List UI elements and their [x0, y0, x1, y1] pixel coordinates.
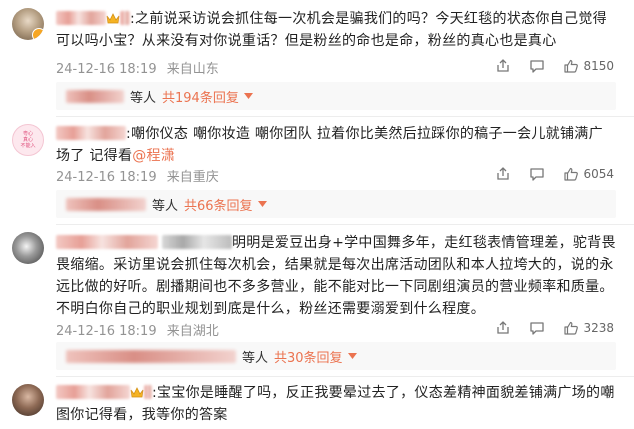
avatar[interactable]: 粤心 真心 不能入	[12, 124, 44, 156]
comment-icon[interactable]	[529, 58, 545, 74]
replies-count: 共66条回复	[184, 198, 253, 214]
share-icon[interactable]	[495, 320, 511, 336]
share-icon[interactable]	[495, 58, 511, 74]
comment-icon[interactable]	[529, 320, 545, 336]
replier-names	[66, 197, 146, 211]
replies-prefix: 等人	[130, 90, 157, 106]
chevron-down-icon	[347, 353, 357, 359]
like-icon[interactable]	[563, 58, 579, 74]
like-count: 3238	[583, 321, 614, 335]
comment-meta: 24-12-16 18:19 来自重庆	[56, 166, 225, 185]
username-suffix	[120, 11, 130, 25]
avatar[interactable]	[12, 8, 44, 40]
comment-actions: 8150	[477, 58, 614, 74]
share-icon[interactable]	[495, 166, 511, 182]
comment-icon[interactable]	[529, 166, 545, 182]
chevron-down-icon	[257, 201, 267, 207]
replies-prefix: 等人	[242, 350, 269, 366]
comment-meta: 24-12-16 18:19 来自山东	[56, 58, 225, 77]
replier-names	[66, 89, 124, 103]
divider	[56, 376, 634, 377]
location: 来自湖北	[166, 324, 219, 339]
reply-summary[interactable]: 等人 共66条回复	[56, 190, 616, 218]
comment-text: :之前说采访说会抓住每一次机会是骗我们的吗？今天红毯的状态你自己觉得可以吗小宝？…	[56, 8, 616, 52]
reply-summary[interactable]: 等人 共194条回复	[56, 82, 616, 110]
comment-meta: 24-12-16 18:19 来自湖北	[56, 320, 225, 339]
avatar[interactable]	[12, 232, 44, 264]
crown-icon	[130, 387, 144, 398]
username[interactable]	[56, 235, 158, 249]
view-replies-link[interactable]: 共194条回复	[162, 87, 253, 106]
like-icon[interactable]	[563, 166, 579, 182]
divider	[56, 224, 634, 225]
chevron-down-icon	[243, 93, 253, 99]
timestamp: 24-12-16 18:19	[56, 324, 157, 339]
replies-count: 共194条回复	[162, 90, 239, 106]
verified-badge-icon	[32, 28, 44, 40]
timestamp: 24-12-16 18:19	[56, 62, 157, 77]
username[interactable]	[56, 11, 106, 25]
location: 来自重庆	[166, 170, 219, 185]
location: 来自山东	[166, 62, 219, 77]
comment-text: 明明是爱豆出身+学中国舞多年，走红毯表情管理差，驼背畏畏缩缩。采访里说会抓住每次…	[56, 232, 616, 320]
replier-names	[66, 349, 236, 363]
like-count: 6054	[583, 167, 614, 181]
username-suffix	[162, 235, 232, 249]
like-count: 8150	[583, 59, 614, 73]
replies-count: 共30条回复	[274, 350, 343, 366]
comment-body: :之前说采访说会抓住每一次机会是骗我们的吗？今天红毯的状态你自己觉得可以吗小宝？…	[56, 11, 607, 49]
view-replies-link[interactable]: 共66条回复	[184, 195, 267, 214]
crown-icon	[106, 13, 120, 24]
reply-summary[interactable]: 等人 共30条回复	[56, 342, 616, 370]
comment-text: :宝宝你是睡醒了吗，反正我要晕过去了，仪态差精神面貌差铺满广场的嘲图你记得看，我…	[56, 382, 616, 426]
timestamp: 24-12-16 18:19	[56, 170, 157, 185]
avatar-text: 粤心 真心 不能入	[20, 131, 36, 149]
username-suffix	[144, 385, 152, 399]
avatar[interactable]	[12, 384, 44, 416]
comment-actions: 6054	[477, 166, 614, 182]
replies-prefix: 等人	[152, 198, 179, 214]
like-icon[interactable]	[563, 320, 579, 336]
comment-text: :嘲你仪态 嘲你妆造 嘲你团队 拉着你比美然后拉踩你的稿子一会儿就铺满广场了 记…	[56, 123, 616, 167]
mention-link[interactable]: @程潇	[132, 148, 175, 164]
username[interactable]	[56, 126, 126, 140]
comment-actions: 3238	[477, 320, 614, 336]
view-replies-link[interactable]: 共30条回复	[274, 347, 357, 366]
username[interactable]	[56, 385, 130, 399]
divider	[56, 116, 634, 117]
